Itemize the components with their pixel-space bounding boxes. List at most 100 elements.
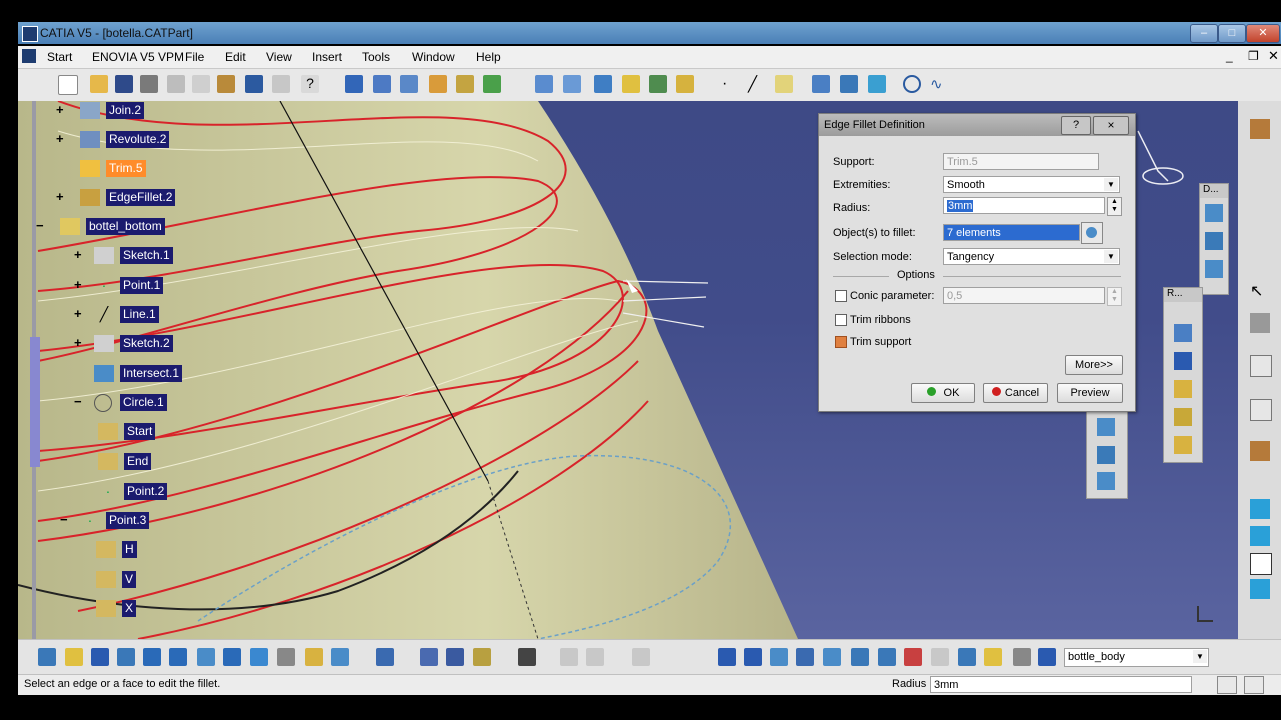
grid-icon[interactable] [823, 648, 841, 666]
tool-icon[interactable] [851, 648, 869, 666]
trim-icon[interactable] [649, 75, 667, 93]
menu-view[interactable]: View [266, 50, 292, 64]
tool-icon[interactable] [984, 648, 1002, 666]
tool-icon[interactable] [473, 648, 491, 666]
trim-support-checkbox[interactable] [835, 336, 847, 348]
tool-icon[interactable] [931, 648, 949, 666]
workbench-icon[interactable] [1250, 119, 1270, 139]
tool-icon[interactable] [1250, 553, 1272, 575]
doc-restore-button[interactable]: ❐ [1248, 49, 1259, 63]
expand-icon[interactable]: + [74, 277, 82, 292]
more-button[interactable]: More>> [1065, 355, 1123, 375]
floating-toolbar-d[interactable]: D... [1199, 183, 1229, 295]
tool-icon[interactable] [560, 648, 578, 666]
menu-insert[interactable]: Insert [312, 50, 342, 64]
collapse-icon[interactable]: − [36, 218, 44, 233]
minimize-button[interactable]: – [1190, 24, 1218, 43]
pan-icon[interactable] [91, 648, 109, 666]
edit-list-icon[interactable] [1081, 222, 1103, 244]
conic-spinner[interactable]: ▲ ▼ [1107, 287, 1122, 306]
tool-icon[interactable] [1174, 324, 1192, 342]
update-icon[interactable] [376, 648, 394, 666]
radius-spinner[interactable]: ▲ ▼ [1107, 197, 1122, 216]
normal-view-icon[interactable] [197, 648, 215, 666]
plane-icon[interactable] [775, 75, 793, 93]
doc-minimize-button[interactable]: _ [1226, 49, 1233, 63]
tool-icon[interactable] [958, 648, 976, 666]
menu-enovia[interactable]: ENOVIA V5 VPM [92, 50, 184, 64]
maximize-button[interactable]: □ [1218, 24, 1246, 43]
menu-help[interactable]: Help [476, 50, 501, 64]
expand-icon[interactable]: + [74, 247, 82, 262]
tool-icon[interactable] [1097, 418, 1115, 436]
expand-icon[interactable]: + [56, 131, 64, 146]
analysis-icon[interactable] [1250, 313, 1270, 333]
tool-icon[interactable] [1205, 260, 1223, 278]
redo-icon[interactable] [272, 75, 290, 93]
tool-icon[interactable] [1250, 579, 1270, 599]
tool-icon[interactable] [1097, 472, 1115, 490]
axis-icon[interactable] [770, 648, 788, 666]
symmetry-icon[interactable] [868, 75, 886, 93]
revolve-icon[interactable] [456, 75, 474, 93]
translate-icon[interactable] [812, 75, 830, 93]
cut-icon[interactable] [167, 75, 185, 93]
tool-icon[interactable] [1013, 648, 1031, 666]
cancel-button[interactable]: Cancel [983, 383, 1048, 403]
join-icon[interactable] [594, 75, 612, 93]
help-button[interactable]: ? [1061, 116, 1091, 135]
dropdown-arrow-icon[interactable]: ▼ [1193, 650, 1207, 663]
expand-icon[interactable]: + [56, 189, 64, 204]
fillet-icon[interactable] [676, 75, 694, 93]
save-icon[interactable] [115, 75, 133, 93]
hide-show-icon[interactable] [305, 648, 323, 666]
circle-icon[interactable] [903, 75, 921, 93]
multi-view-icon[interactable] [223, 648, 241, 666]
tree-scrollbar-thumb[interactable] [30, 337, 40, 467]
tool-icon[interactable] [632, 648, 650, 666]
tool-icon[interactable] [446, 648, 464, 666]
tool-icon[interactable] [1250, 499, 1270, 519]
tool-icon[interactable] [1205, 232, 1223, 250]
swap-space-icon[interactable] [331, 648, 349, 666]
tool-icon[interactable] [1174, 436, 1192, 454]
sweep-icon[interactable] [483, 75, 501, 93]
blend-icon[interactable] [563, 75, 581, 93]
menu-file[interactable]: File [185, 50, 204, 64]
line-icon[interactable] [400, 75, 418, 93]
rotate-view-icon[interactable] [117, 648, 135, 666]
dot-icon[interactable]: · [722, 75, 740, 93]
collapse-icon[interactable]: − [74, 394, 82, 409]
expand-icon[interactable]: + [74, 335, 82, 350]
print-icon[interactable] [140, 75, 158, 93]
status-options-icon[interactable] [1244, 676, 1264, 694]
whats-this-icon[interactable]: ? [301, 75, 319, 93]
tool-icon[interactable] [1174, 380, 1192, 398]
expand-icon[interactable]: + [56, 102, 64, 117]
menu-edit[interactable]: Edit [225, 50, 246, 64]
radius-input[interactable]: 3mm [943, 197, 1105, 214]
selection-mode-select[interactable]: Tangency ▼ [943, 248, 1120, 265]
tool-icon[interactable] [878, 648, 896, 666]
menu-window[interactable]: Window [412, 50, 455, 64]
preview-button[interactable]: Preview [1057, 383, 1123, 403]
tool-icon[interactable] [718, 648, 736, 666]
status-radius-input[interactable]: 3mm [930, 676, 1192, 693]
objects-to-fillet-field[interactable]: 7 elements [943, 224, 1080, 241]
zoom-in-icon[interactable] [143, 648, 161, 666]
extrude-icon[interactable] [429, 75, 447, 93]
tool-icon[interactable] [904, 648, 922, 666]
dialog-title-bar[interactable]: Edge Fillet Definition ? × [819, 114, 1135, 136]
dialog-close-button[interactable]: × [1093, 116, 1129, 135]
tool-icon[interactable] [1205, 204, 1223, 222]
tool-icon[interactable] [1038, 648, 1056, 666]
floating-toolbar-3[interactable] [1086, 411, 1128, 499]
copy-icon[interactable] [192, 75, 210, 93]
split-icon[interactable] [622, 75, 640, 93]
fit-all-icon[interactable] [65, 648, 83, 666]
ok-button[interactable]: OK [911, 383, 975, 403]
polyline-icon[interactable]: ╱ [748, 75, 766, 93]
undo-icon[interactable] [245, 75, 263, 93]
capture-icon[interactable] [518, 648, 536, 666]
extremities-select[interactable]: Smooth ▼ [943, 176, 1120, 193]
